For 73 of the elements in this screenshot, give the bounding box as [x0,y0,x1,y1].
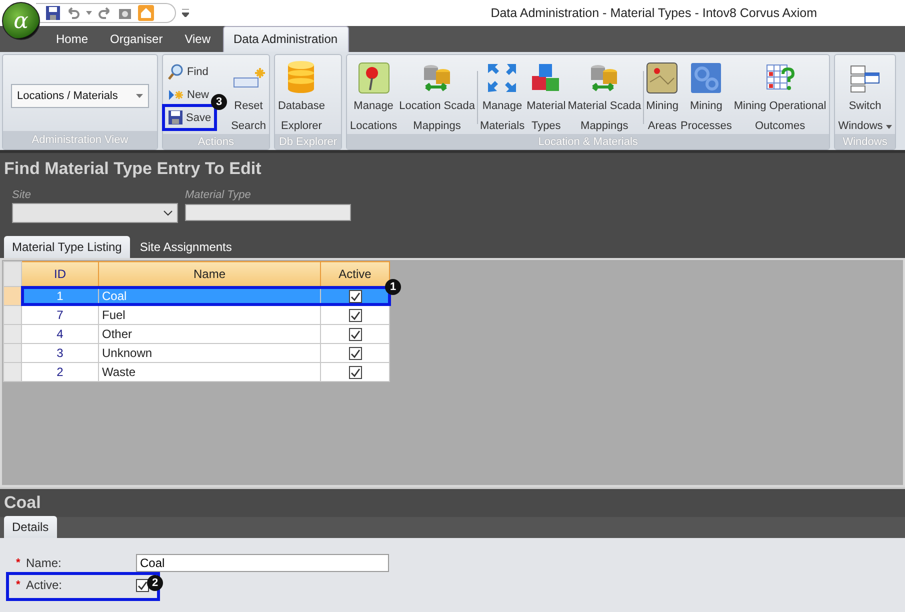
windows-icon [849,64,882,94]
ribbon-button[interactable]: Reset Search [230,57,267,134]
window-title: Data Administration - Material Types - Intov8 Corvus Axiom [490,6,817,20]
field-label: Material Type [185,189,252,201]
map-icon [646,62,678,94]
active-checkbox[interactable] [136,578,149,592]
ribbon-small-button[interactable]: Save [165,107,214,128]
ribbon-button[interactable]: Database Explorer [276,57,326,134]
redo-icon[interactable] [98,6,112,20]
caret-icon [136,94,143,98]
undo-icon[interactable] [66,6,80,20]
camera-icon[interactable] [118,6,132,20]
field-label: Site [12,189,32,201]
material-type-field[interactable] [185,204,351,221]
table-cell: 3 [22,344,98,362]
record-heading: Coal [4,493,41,514]
ribbon-button[interactable]: Mining Operational Outcomes [732,57,828,134]
customize-icon[interactable] [182,9,189,17]
map-pin-icon [358,62,390,94]
expand-arrows-icon [486,62,518,94]
field-label: Active: [26,578,64,592]
table-cell: 4 [22,324,98,344]
ribbon-button[interactable]: Manage Locations [349,57,398,134]
callout-badge: 2 [147,575,163,591]
group-title: Location & Materials [347,134,830,149]
tab[interactable]: Material Type Listing [4,236,130,258]
checkbox[interactable] [348,366,362,380]
ribbon-button[interactable]: Mining Areas [645,57,680,134]
group-title: Windows [835,134,895,149]
column-header[interactable]: Name [98,262,320,286]
ribbon-button[interactable]: Material Types [526,57,567,134]
column-header[interactable]: ID [22,262,98,286]
save-icon[interactable] [46,6,60,20]
callout-badge: 3 [211,94,228,110]
caret-icon [163,210,173,216]
table-cell: Other [98,324,320,344]
ribbon-button[interactable]: Material Scada Mappings [566,57,642,134]
table-cell: 7 [22,306,98,324]
group-title: Actions [163,134,269,149]
table-cell: Waste [98,362,320,382]
callout-badge: 1 [385,279,401,295]
ribbon-button[interactable]: Manage Materials [478,57,526,134]
ribbon-button[interactable]: Location Scada Mappings [398,57,476,134]
table-cell: 2 [22,362,98,382]
checkbox[interactable] [348,347,362,360]
table-cell: Fuel [98,306,320,324]
group-title: Db Explorer [274,134,342,149]
table-cell: Unknown [98,344,320,362]
ribbon-tab[interactable]: Home [46,27,98,52]
new-icon [168,88,184,100]
checkbox[interactable] [348,328,362,342]
caret-icon[interactable] [86,11,92,15]
ribbon-tab[interactable]: View [174,27,220,52]
ribbon-small-button[interactable]: Find [165,61,214,82]
checkbox[interactable] [348,290,362,304]
ribbon-tab[interactable]: Organiser [100,27,173,52]
tab[interactable]: Site Assignments [132,236,240,258]
save-icon [168,110,183,125]
name-field[interactable]: Coal [136,554,389,572]
ribbon-button[interactable]: Mining Processes [679,57,733,134]
view-dropdown[interactable]: Locations / Materials [11,84,149,108]
ribbon-button[interactable]: Switch Windows [837,57,893,134]
field-label: Name: [26,556,62,570]
column-header[interactable]: Active [320,262,390,286]
required-mark: * [16,557,22,569]
required-mark: * [16,579,22,591]
gears-icon [690,62,722,94]
checkbox[interactable] [348,309,362,322]
search-icon [168,64,184,80]
ribbon-tab[interactable]: Data Administration [222,26,349,52]
group-title: Administration View [3,131,157,149]
tab[interactable]: Details [4,516,57,538]
section-heading: Find Material Type Entry To Edit [4,159,262,179]
